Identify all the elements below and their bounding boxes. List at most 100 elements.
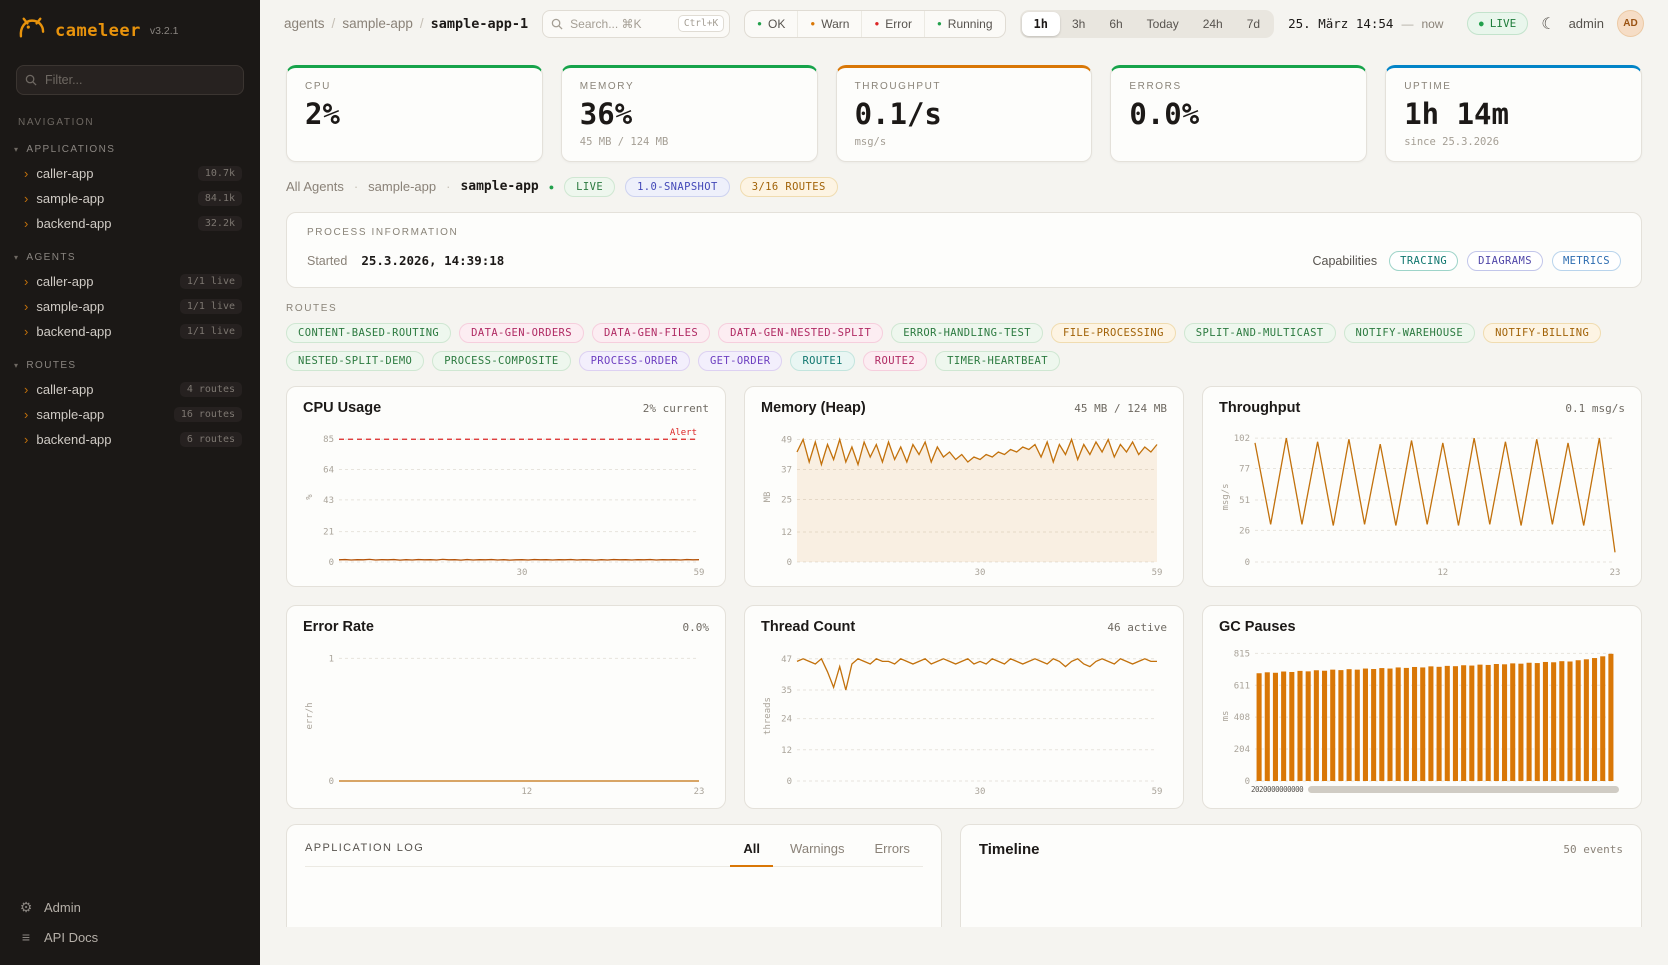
metric-cards: CPU 2% MEMORY 36% 45 MB / 124 MB THROUGH… bbox=[286, 65, 1642, 162]
svg-text:35: 35 bbox=[781, 686, 792, 696]
section-applications[interactable]: ▾ APPLICATIONS bbox=[0, 128, 260, 161]
route-chip[interactable]: GET-ORDER bbox=[698, 351, 783, 371]
sidebar-footer: ⚙ Admin ≡ API Docs bbox=[0, 889, 260, 965]
chevron-right-icon: › bbox=[24, 192, 28, 205]
avatar[interactable]: AD bbox=[1617, 10, 1644, 37]
started-label: Started bbox=[307, 254, 347, 268]
chart-title: Throughput bbox=[1219, 400, 1300, 416]
tab-all[interactable]: All bbox=[730, 835, 773, 867]
log-tabs: All Warnings Errors bbox=[730, 835, 922, 866]
sidebar-item-agent-sample-app[interactable]: › sample-app 1/1 live bbox=[0, 294, 260, 319]
svg-text:64: 64 bbox=[323, 465, 334, 475]
svg-text:23: 23 bbox=[1610, 568, 1621, 578]
route-chip[interactable]: SPLIT-AND-MULTICAST bbox=[1184, 323, 1336, 343]
sidebar-item-routes-backend-app[interactable]: › backend-app 6 routes bbox=[0, 427, 260, 452]
tab-errors[interactable]: Errors bbox=[861, 835, 922, 867]
route-chip[interactable]: CONTENT-BASED-ROUTING bbox=[286, 323, 451, 343]
sidebar-item-agent-backend-app[interactable]: › backend-app 1/1 live bbox=[0, 319, 260, 344]
date-separator: — bbox=[1401, 17, 1413, 31]
status-filter-error[interactable]: ● Error bbox=[861, 11, 924, 37]
context-link-sample-app[interactable]: sample-app bbox=[368, 179, 436, 194]
route-chip[interactable]: PROCESS-COMPOSITE bbox=[432, 351, 570, 371]
metric-value: 1h 14m bbox=[1404, 99, 1623, 131]
thread-count-chart: 0122435473059threads bbox=[761, 639, 1167, 797]
sidebar-item-meta: 10.7k bbox=[198, 166, 242, 181]
chart-current-value: 46 active bbox=[1107, 621, 1167, 634]
route-chip[interactable]: ERROR-HANDLING-TEST bbox=[891, 323, 1043, 343]
metric-card-errors: ERRORS 0.0% bbox=[1110, 65, 1367, 162]
svg-text:0: 0 bbox=[1245, 777, 1250, 787]
now-label[interactable]: now bbox=[1421, 17, 1443, 31]
sidebar-item-admin[interactable]: ⚙ Admin bbox=[18, 899, 242, 916]
sidebar-item-application-sample-app[interactable]: › sample-app 84.1k bbox=[0, 186, 260, 211]
filter-input[interactable] bbox=[16, 65, 244, 95]
capability-diagrams: DIAGRAMS bbox=[1467, 251, 1543, 271]
route-chip[interactable]: PROCESS-ORDER bbox=[579, 351, 690, 371]
route-chip[interactable]: DATA-GEN-FILES bbox=[592, 323, 710, 343]
section-routes[interactable]: ▾ ROUTES bbox=[0, 344, 260, 377]
sidebar-item-routes-caller-app[interactable]: › caller-app 4 routes bbox=[0, 377, 260, 402]
logo[interactable]: cameleer v3.2.1 bbox=[0, 0, 260, 57]
breadcrumb-agents[interactable]: agents bbox=[284, 16, 325, 31]
route-chip[interactable]: TIMER-HEARTBEAT bbox=[935, 351, 1060, 371]
sidebar-item-api-docs[interactable]: ≡ API Docs bbox=[18, 929, 242, 945]
route-chip[interactable]: FILE-PROCESSING bbox=[1051, 323, 1176, 343]
svg-text:1: 1 bbox=[329, 654, 334, 664]
svg-text:815: 815 bbox=[1234, 649, 1250, 659]
svg-text:23: 23 bbox=[694, 787, 705, 797]
footer-item-label: Admin bbox=[44, 900, 81, 915]
status-filter-ok[interactable]: ● OK bbox=[745, 11, 797, 37]
metric-label: UPTIME bbox=[1404, 81, 1623, 92]
context-link-all-agents[interactable]: All Agents bbox=[286, 179, 344, 194]
status-filter-warn[interactable]: ● Warn bbox=[797, 11, 861, 37]
route-chip[interactable]: NOTIFY-BILLING bbox=[1483, 323, 1601, 343]
route-chip[interactable]: NOTIFY-WAREHOUSE bbox=[1344, 323, 1476, 343]
metric-value: 2% bbox=[305, 99, 524, 131]
main-area: agents / sample-app / sample-app-1 Ctrl+… bbox=[260, 0, 1668, 965]
live-toggle[interactable]: ● LIVE bbox=[1467, 12, 1528, 35]
time-range-7d[interactable]: 7d bbox=[1235, 12, 1272, 36]
sidebar-item-routes-sample-app[interactable]: › sample-app 16 routes bbox=[0, 402, 260, 427]
caret-down-icon: ▾ bbox=[14, 145, 19, 154]
sidebar-item-application-caller-app[interactable]: › caller-app 10.7k bbox=[0, 161, 260, 186]
sidebar-spacer bbox=[0, 452, 260, 889]
svg-text:12: 12 bbox=[781, 746, 792, 756]
tab-warnings[interactable]: Warnings bbox=[777, 835, 857, 867]
route-chip[interactable]: DATA-GEN-ORDERS bbox=[459, 323, 584, 343]
svg-text:24: 24 bbox=[781, 714, 792, 724]
time-range-group: 1h 3h 6h Today 24h 7d bbox=[1020, 10, 1275, 38]
application-log-panel: APPLICATION LOG All Warnings Errors bbox=[286, 824, 942, 927]
metric-value: 0.1/s bbox=[855, 99, 1074, 131]
svg-text:30: 30 bbox=[517, 568, 528, 578]
dark-mode-toggle-moon-icon[interactable]: ☾ bbox=[1541, 14, 1555, 34]
metric-sub bbox=[305, 136, 524, 149]
sidebar-item-meta: 84.1k bbox=[198, 191, 242, 206]
section-agents[interactable]: ▾ AGENTS bbox=[0, 236, 260, 269]
status-filter-running[interactable]: ● Running bbox=[924, 11, 1005, 37]
time-range-today[interactable]: Today bbox=[1135, 12, 1191, 36]
status-filter-label: Running bbox=[948, 17, 993, 31]
svg-text:Alert: Alert bbox=[670, 428, 697, 438]
route-chip[interactable]: ROUTE2 bbox=[863, 351, 927, 371]
topbar-right: ● LIVE ☾ admin AD bbox=[1467, 10, 1644, 37]
route-chip[interactable]: DATA-GEN-NESTED-SPLIT bbox=[718, 323, 883, 343]
time-range-3h[interactable]: 3h bbox=[1060, 12, 1097, 36]
time-range-1h[interactable]: 1h bbox=[1022, 12, 1060, 36]
capability-metrics: METRICS bbox=[1552, 251, 1621, 271]
chart-card-memory-heap: Memory (Heap) 45 MB / 124 MB 01225374930… bbox=[744, 386, 1184, 587]
started-value: 25.3.2026, 14:39:18 bbox=[361, 253, 504, 268]
sidebar-item-application-backend-app[interactable]: › backend-app 32.2k bbox=[0, 211, 260, 236]
gc-horizontal-scrollbar[interactable] bbox=[1308, 786, 1619, 793]
sidebar-item-agent-caller-app[interactable]: › caller-app 1/1 live bbox=[0, 269, 260, 294]
time-range-6h[interactable]: 6h bbox=[1097, 12, 1134, 36]
svg-text:59: 59 bbox=[694, 568, 705, 578]
time-window: 25. März 14:54 — now bbox=[1288, 16, 1443, 31]
route-chip[interactable]: ROUTE1 bbox=[790, 351, 854, 371]
time-range-24h[interactable]: 24h bbox=[1191, 12, 1235, 36]
breadcrumb-sample-app[interactable]: sample-app bbox=[342, 16, 413, 31]
svg-text:59: 59 bbox=[1152, 787, 1163, 797]
status-dot-icon: ● bbox=[937, 20, 942, 28]
section-label: AGENTS bbox=[26, 252, 76, 263]
route-chip[interactable]: NESTED-SPLIT-DEMO bbox=[286, 351, 424, 371]
cpu-usage-chart: 0214364853059%Alert bbox=[303, 420, 709, 578]
